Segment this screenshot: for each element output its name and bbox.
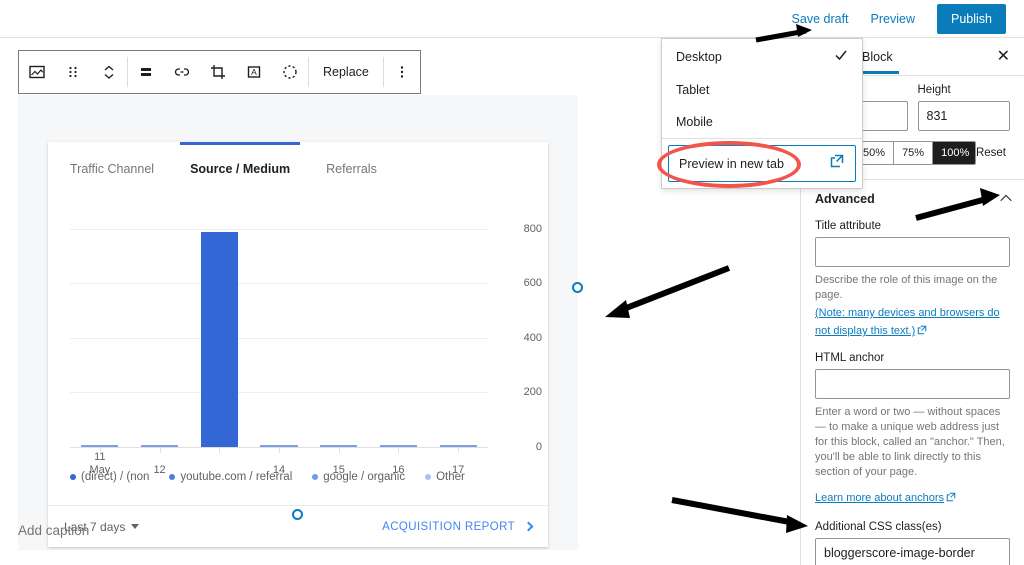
percent-button-75[interactable]: 75% (894, 142, 934, 164)
caption-placeholder[interactable]: Add caption (18, 523, 89, 538)
html-anchor-label: HTML anchor (815, 352, 885, 364)
chart-gridline (70, 337, 488, 339)
preview-menu-item-label: Desktop (676, 49, 722, 64)
external-link-icon (946, 489, 956, 507)
preview-button[interactable]: Preview (871, 12, 915, 26)
chevron-up-icon[interactable] (1000, 194, 1012, 207)
preview-in-new-tab-label: Preview in new tab (679, 156, 784, 171)
image-icon[interactable] (19, 51, 55, 93)
legend-color-dot (312, 474, 319, 480)
legend-color-dot (425, 474, 432, 480)
chart-x-tickmark (279, 447, 280, 453)
chart-x-tickmark (458, 447, 460, 453)
chart-legend-item: google / organic (312, 471, 405, 483)
chart-legend: (direct) / (non youtube.com / referral goo… (70, 471, 528, 483)
title-attribute-input[interactable] (815, 237, 1010, 267)
chart-x-tickmark (219, 447, 221, 453)
preview-menu-item-label: Tablet (676, 83, 710, 97)
tab-source-medium[interactable]: Source / Medium (172, 142, 308, 195)
text-over-image-icon[interactable]: A (236, 51, 272, 93)
css-class-field-group: Additional CSS class(es) Separate multip… (801, 521, 1024, 565)
image-block-content[interactable]: Traffic Channel Source / Medium Referral… (18, 95, 578, 550)
tab-traffic-channel[interactable]: Traffic Channel (52, 142, 172, 195)
svg-text:A: A (251, 67, 257, 77)
chevron-right-icon (523, 521, 534, 532)
align-icon[interactable] (128, 51, 164, 93)
height-field-group: Height (917, 84, 1010, 131)
close-icon[interactable]: ✕ (993, 45, 1014, 69)
chart-y-tick-label: 400 (523, 331, 542, 344)
chart-bar (200, 231, 238, 447)
chart-plot-area: 020040060080011May121314151617 (70, 207, 542, 476)
save-draft-button[interactable]: Save draft (792, 12, 849, 26)
external-link-icon (917, 322, 927, 340)
legend-label: (direct) / (non (81, 471, 150, 483)
crop-icon[interactable] (200, 51, 236, 93)
legend-color-dot (70, 474, 76, 480)
chart-gridline (70, 283, 488, 285)
three-dots-vertical-icon[interactable] (384, 51, 420, 93)
html-anchor-input[interactable] (815, 369, 1010, 399)
resize-handle-right[interactable] (572, 282, 583, 293)
anchor-learn-more-link[interactable]: Learn more about anchors (815, 492, 944, 504)
link-icon[interactable] (164, 51, 200, 93)
reset-button[interactable]: Reset (976, 147, 1010, 159)
analytics-card: Traffic Channel Source / Medium Referral… (48, 142, 548, 547)
block-toolbar: A Replace (18, 50, 421, 94)
duotone-filter-icon[interactable] (272, 51, 308, 93)
title-attribute-help: Describe the role of this image on the p… (815, 274, 998, 301)
preview-menu-item-tablet[interactable]: Tablet (662, 74, 862, 106)
move-up-down-icon[interactable] (91, 51, 127, 93)
preview-new-tab-section: Preview in new tab (662, 138, 862, 188)
legend-color-dot (169, 474, 176, 480)
height-input[interactable] (917, 101, 1010, 131)
html-anchor-help: Enter a word or two — without spaces — t… (815, 406, 1005, 478)
analytics-tabs: Traffic Channel Source / Medium Referral… (48, 142, 548, 195)
chart-y-tick-label: 200 (523, 386, 542, 399)
checkmark-icon (834, 48, 848, 65)
tab-referrals[interactable]: Referrals (308, 142, 395, 195)
legend-label: google / organic (323, 471, 406, 483)
resize-handle-bottom[interactable] (292, 509, 303, 520)
percent-button-100[interactable]: 100% (933, 142, 975, 164)
preview-dropdown-menu: Desktop Tablet Mobile Preview in new tab (661, 38, 863, 189)
chart-gridline (70, 392, 488, 394)
chart-gridline (70, 228, 488, 230)
title-attribute-field-group: Title attribute Describe the role of thi… (801, 220, 1024, 340)
chart-y-tick-label: 600 (523, 277, 542, 290)
html-anchor-field-group: HTML anchor Enter a word or two — withou… (801, 352, 1024, 507)
css-class-label: Additional CSS class(es) (815, 521, 942, 533)
replace-button[interactable]: Replace (309, 51, 383, 93)
legend-label: youtube.com / referral (180, 471, 293, 483)
acquisition-report-link[interactable]: ACQUISITION REPORT (382, 520, 534, 533)
drag-handle-icon[interactable] (55, 51, 91, 93)
title-attribute-help-link[interactable]: (Note: many devices and browsers do not … (815, 307, 1000, 337)
bar-chart: 020040060080011May121314151617 (direct) … (48, 195, 548, 505)
advanced-panel-title: Advanced (815, 192, 875, 206)
caret-down-icon (131, 524, 140, 529)
preview-in-new-tab-button[interactable]: Preview in new tab (668, 145, 856, 182)
chart-x-tickmark (159, 447, 161, 453)
chart-legend-item: Other (425, 471, 465, 483)
height-label: Height (917, 84, 951, 96)
chart-y-tick-label: 800 (523, 222, 542, 235)
css-class-input[interactable] (815, 538, 1010, 565)
chart-legend-item: youtube.com / referral (169, 471, 292, 483)
preview-menu-item-label: Mobile (676, 115, 713, 129)
publish-button[interactable]: Publish (937, 3, 1006, 34)
editor-header: Save draft Preview Publish (0, 0, 1024, 38)
acquisition-report-label: ACQUISITION REPORT (382, 520, 515, 533)
chart-x-tickmark (398, 447, 400, 453)
title-attribute-label: Title attribute (815, 220, 882, 232)
legend-label: Other (436, 471, 465, 483)
chart-y-tick-label: 0 (535, 441, 542, 453)
chart-x-tickmark (338, 447, 340, 453)
external-link-icon (829, 153, 845, 174)
chart-legend-item: (direct) / (non (70, 471, 149, 483)
preview-menu-item-desktop[interactable]: Desktop (662, 39, 862, 74)
preview-menu-item-mobile[interactable]: Mobile (662, 106, 862, 138)
